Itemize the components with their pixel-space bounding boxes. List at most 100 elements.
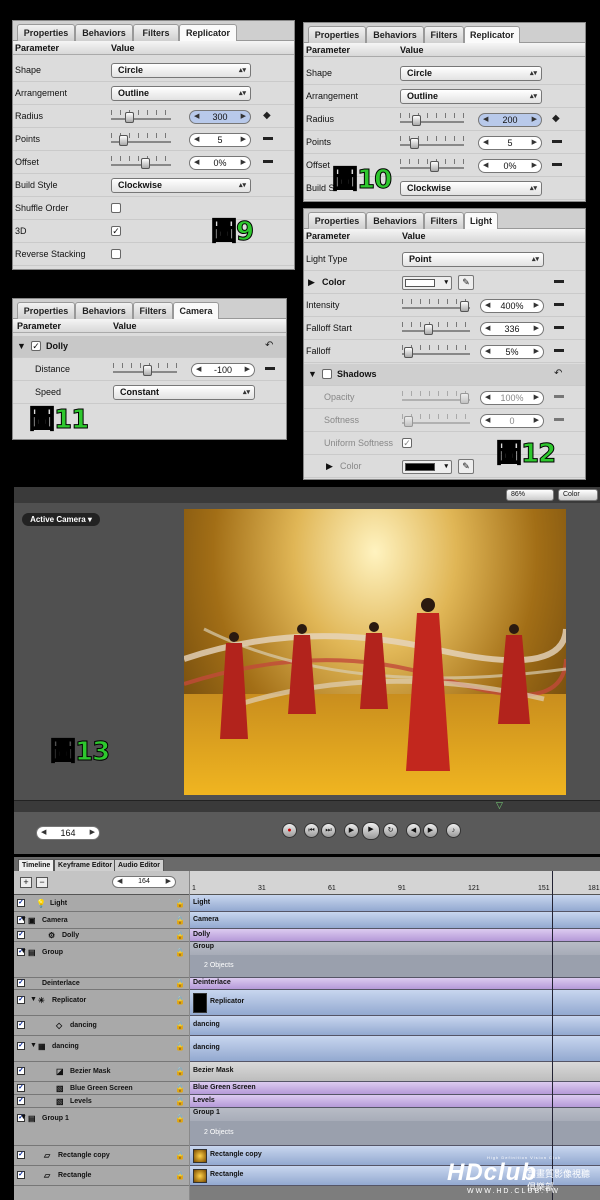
points-field[interactable]: ◀ 5 ▶ xyxy=(189,133,251,147)
slider-knob[interactable] xyxy=(460,393,469,404)
dash-icon[interactable]: ▬ xyxy=(554,321,564,332)
slider-knob[interactable] xyxy=(141,158,150,169)
decrement-icon[interactable]: ◀ xyxy=(194,134,199,146)
falloff-field[interactable]: ◀ 5% ▶ xyxy=(480,345,544,359)
softness-slider[interactable] xyxy=(402,413,470,427)
slider-knob[interactable] xyxy=(424,324,433,335)
track-bar[interactable]: Camera xyxy=(190,912,600,929)
track-bar[interactable]: Group 2 Objects xyxy=(190,942,600,978)
layer-enable-checkbox[interactable]: ✓ xyxy=(17,1042,25,1050)
decrement-icon[interactable]: ◀ xyxy=(485,346,490,358)
increment-icon[interactable]: ▶ xyxy=(534,323,539,335)
reverse-checkbox[interactable] xyxy=(111,249,121,259)
lock-icon[interactable]: 🔒 xyxy=(175,1171,185,1180)
tab-properties[interactable]: Properties xyxy=(17,302,75,319)
keyframe-diamond-icon[interactable]: ◆ xyxy=(263,110,271,121)
lock-icon[interactable]: 🔒 xyxy=(175,979,185,988)
radius-field[interactable]: ◀ 200 ▶ xyxy=(478,113,542,127)
tab-filters[interactable]: Filters xyxy=(133,302,173,319)
track-bar[interactable]: Group 1 2 Objects xyxy=(190,1108,600,1146)
lock-icon[interactable]: 🔒 xyxy=(175,948,185,957)
intensity-slider[interactable] xyxy=(402,298,470,312)
decrement-icon[interactable]: ◀ xyxy=(194,111,199,123)
radius-slider[interactable] xyxy=(111,109,171,123)
increment-icon[interactable]: ▶ xyxy=(166,877,171,887)
3d-checkbox[interactable]: ✓ xyxy=(111,226,121,236)
shuffle-checkbox[interactable] xyxy=(111,203,121,213)
tab-properties[interactable]: Properties xyxy=(308,212,366,229)
decrement-icon[interactable]: ◀ xyxy=(485,392,490,404)
layer-row[interactable]: ✓ ◇ dancing 🔒 xyxy=(14,1016,189,1036)
arrangement-popup[interactable]: Outline ▴▾ xyxy=(400,89,542,104)
layer-row[interactable]: ✓ ▱ Rectangle copy 🔒 xyxy=(14,1146,189,1166)
slider-knob[interactable] xyxy=(404,347,413,358)
track-bar[interactable]: Light xyxy=(190,895,600,912)
layer-row[interactable]: ✓ ▼ ✳ Replicator 🔒 xyxy=(14,990,189,1016)
offset-slider[interactable] xyxy=(400,158,464,172)
shadow-color-well[interactable]: ▾ xyxy=(402,460,452,474)
tab-filters[interactable]: Filters xyxy=(424,212,464,229)
disclosure-triangle-icon[interactable]: ▼ xyxy=(30,996,37,1003)
mini-timeline[interactable]: ▽ xyxy=(14,800,600,812)
dash-icon[interactable]: ▬ xyxy=(552,135,562,146)
tab-replicator[interactable]: Replicator xyxy=(464,26,520,43)
eyedropper-icon[interactable]: ✎ xyxy=(458,459,474,474)
forward-button[interactable]: ▶ xyxy=(423,823,438,838)
dolly-checkbox[interactable]: ✓ xyxy=(31,341,41,351)
tab-filters[interactable]: Filters xyxy=(424,26,464,43)
go-to-start-button[interactable]: ⏮ xyxy=(304,823,319,838)
layer-row[interactable]: ✓ ▼ ▦ dancing 🔒 xyxy=(14,1036,189,1062)
rewind-button[interactable]: ◀ xyxy=(406,823,421,838)
tab-camera[interactable]: Camera xyxy=(173,302,219,319)
dash-icon[interactable]: ▬ xyxy=(554,275,564,286)
layer-enable-checkbox[interactable]: ✓ xyxy=(17,1021,25,1029)
lock-icon[interactable]: 🔒 xyxy=(175,1114,185,1123)
opacity-slider[interactable] xyxy=(402,390,470,404)
playhead-marker-icon[interactable]: ▽ xyxy=(496,800,503,811)
tab-behaviors[interactable]: Behaviors xyxy=(75,302,133,319)
decrement-icon[interactable]: ◀ xyxy=(41,827,46,839)
increment-icon[interactable]: ▶ xyxy=(241,157,246,169)
reset-icon[interactable]: ↶ xyxy=(554,368,562,379)
dash-icon[interactable]: ▬ xyxy=(554,390,564,401)
layer-row[interactable]: ✓ ▧ Levels 🔒 xyxy=(14,1095,189,1108)
uniform-softness-checkbox[interactable]: ✓ xyxy=(402,438,412,448)
shadows-checkbox[interactable] xyxy=(322,369,332,379)
radius-field[interactable]: ◀ 300 ▶ xyxy=(189,110,251,124)
lock-icon[interactable]: 🔒 xyxy=(175,1021,185,1030)
disclosure-triangle-icon[interactable]: ▼ xyxy=(30,1042,37,1049)
tab-behaviors[interactable]: Behaviors xyxy=(75,24,133,41)
dash-icon[interactable]: ▬ xyxy=(263,132,273,143)
slider-knob[interactable] xyxy=(460,301,469,312)
track-bar[interactable]: dancing xyxy=(190,1036,600,1062)
increment-icon[interactable]: ▶ xyxy=(534,346,539,358)
zoom-popup[interactable]: 86% xyxy=(506,489,554,501)
layer-enable-checkbox[interactable]: ✓ xyxy=(17,979,25,987)
lock-icon[interactable]: 🔒 xyxy=(175,931,185,940)
slider-knob[interactable] xyxy=(143,365,152,376)
increment-icon[interactable]: ▶ xyxy=(534,392,539,404)
decrement-icon[interactable]: ◀ xyxy=(485,415,490,427)
points-field[interactable]: ◀ 5 ▶ xyxy=(478,136,542,150)
previous-frame-button[interactable]: ▶ xyxy=(344,823,359,838)
playhead[interactable] xyxy=(552,871,553,1200)
layer-enable-checkbox[interactable]: ✓ xyxy=(17,898,25,907)
remove-layer-button[interactable]: − xyxy=(36,877,48,888)
timeline-frame-field[interactable]: ◀ 164 ▶ xyxy=(112,876,176,888)
tab-behaviors[interactable]: Behaviors xyxy=(366,26,424,43)
keyframe-diamond-icon[interactable]: ◆ xyxy=(552,113,560,124)
layer-row[interactable]: ✓ 💡 Light 🔒 xyxy=(14,895,189,912)
dash-icon[interactable]: ▬ xyxy=(554,344,564,355)
decrement-icon[interactable]: ◀ xyxy=(485,300,490,312)
eyedropper-icon[interactable]: ✎ xyxy=(458,275,474,290)
track-bar[interactable]: Replicator xyxy=(190,990,600,1016)
dash-icon[interactable]: ▬ xyxy=(265,362,275,373)
intensity-field[interactable]: ◀ 400% ▶ xyxy=(480,299,544,313)
decrement-icon[interactable]: ◀ xyxy=(483,114,488,126)
increment-icon[interactable]: ▶ xyxy=(532,160,537,172)
arrangement-popup[interactable]: Outline ▴▾ xyxy=(111,86,251,101)
layer-enable-checkbox[interactable]: ✓ xyxy=(17,1083,25,1092)
opacity-field[interactable]: ◀ 100% ▶ xyxy=(480,391,544,405)
layer-enable-checkbox[interactable]: ✓ xyxy=(17,1067,25,1075)
track-bar[interactable]: Bezier Mask xyxy=(190,1062,600,1082)
